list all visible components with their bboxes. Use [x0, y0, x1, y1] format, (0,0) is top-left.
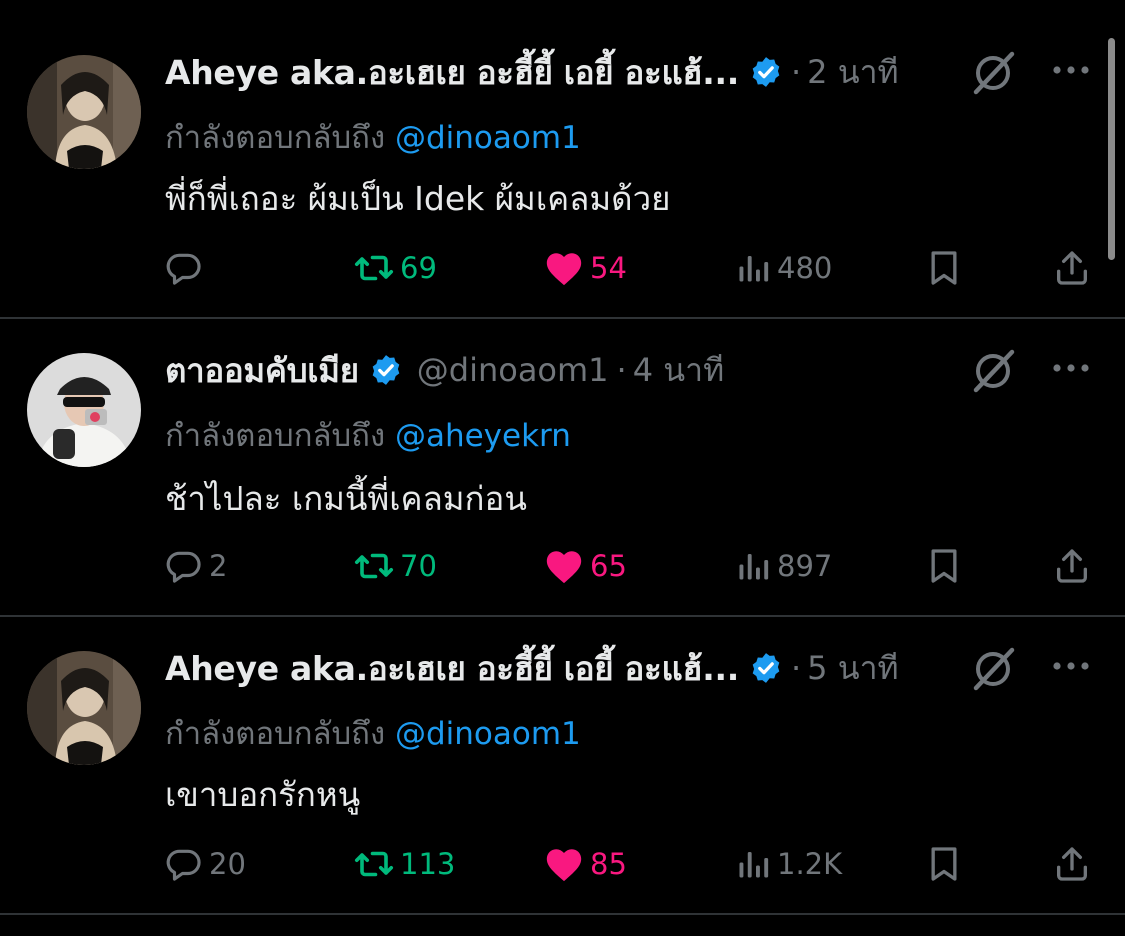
reply-mention-link[interactable]: @aheyekrn — [395, 418, 571, 454]
timestamp[interactable]: 2 นาที — [807, 47, 898, 98]
like-count: 54 — [590, 251, 627, 285]
bookmark-icon — [931, 549, 957, 583]
reply-context: กำลังตอบกลับถึง @aheyekrn — [165, 410, 571, 460]
like-button[interactable]: 65 — [544, 544, 627, 588]
views-icon — [739, 852, 769, 878]
verified-badge-icon — [372, 355, 400, 385]
tweet-header: ตาออมคับเมีย @dinoaom1 · 4 นาที — [165, 348, 724, 392]
bookmark-icon — [931, 251, 957, 285]
separator-dot: · — [790, 53, 802, 91]
separator-dot: · — [790, 649, 802, 687]
tweet-header: Aheye aka.อะเฮเย อะฮี้ยี้ เอยี้ อะแฮ้...… — [165, 646, 899, 690]
tweet[interactable]: Aheye aka.อะเฮเย อะฮี้ยี้ เอยี้ อะแฮ้...… — [0, 616, 1125, 914]
reply-context: กำลังตอบกลับถึง @dinoaom1 — [165, 112, 581, 162]
share-icon — [1057, 549, 1087, 583]
tweet-text: เขาบอกรักหนู — [165, 775, 361, 814]
retweet-button[interactable]: 69 — [354, 246, 437, 290]
grok-icon[interactable] — [968, 346, 1018, 396]
timestamp[interactable]: 5 นาที — [807, 643, 898, 694]
tweet-divider — [0, 913, 1125, 915]
reply-prefix: กำลังตอบกลับถึง — [165, 120, 395, 156]
reply-prefix: กำลังตอบกลับถึง — [165, 418, 395, 454]
handle[interactable]: @dinoaom1 — [417, 351, 609, 389]
avatar-image — [27, 55, 141, 169]
scrollbar-thumb[interactable] — [1108, 38, 1115, 260]
avatar[interactable] — [27, 55, 141, 169]
share-button[interactable] — [1052, 544, 1092, 588]
display-name[interactable]: Aheye aka.อะเฮเย อะฮี้ยี้ เอยี้ อะแฮ้... — [165, 642, 739, 695]
verified-badge-icon — [752, 57, 780, 87]
more-icon[interactable] — [1048, 50, 1094, 90]
share-icon — [1057, 847, 1087, 881]
heart-icon — [546, 253, 582, 286]
retweet-icon — [354, 851, 394, 877]
bookmark-button[interactable] — [924, 544, 964, 588]
reply-button[interactable]: 20 — [165, 842, 246, 886]
reply-button[interactable] — [165, 246, 209, 290]
more-icon[interactable] — [1048, 348, 1094, 388]
share-icon — [1057, 251, 1087, 285]
retweet-count: 113 — [400, 847, 456, 881]
reply-mention-link[interactable]: @dinoaom1 — [395, 716, 581, 752]
avatar[interactable] — [27, 353, 141, 467]
bookmark-icon — [931, 847, 957, 881]
heart-icon — [546, 849, 582, 882]
share-button[interactable] — [1052, 246, 1092, 290]
retweet-button[interactable]: 113 — [354, 842, 455, 886]
views-count: 480 — [777, 251, 833, 285]
tweet[interactable]: Aheye aka.อะเฮเย อะฮี้ยี้ เอยี้ อะแฮ้...… — [0, 20, 1125, 318]
views-button[interactable]: 1.2K — [735, 842, 842, 886]
avatar-image — [27, 353, 141, 467]
display-name[interactable]: ตาออมคับเมีย — [165, 344, 359, 397]
views-button[interactable]: 897 — [735, 544, 832, 588]
views-count: 897 — [777, 549, 833, 583]
like-button[interactable]: 54 — [544, 246, 627, 290]
timeline-feed: Aheye aka.อะเฮเย อะฮี้ยี้ เอยี้ อะแฮ้...… — [0, 0, 1125, 936]
retweet-icon — [354, 553, 394, 579]
bookmark-button[interactable] — [924, 842, 964, 886]
reply-icon — [166, 551, 201, 583]
separator-dot: · — [616, 351, 627, 389]
tweet-text: พี่ก็พี่เถอะ ผ้มเป็น Idek ผ้มเคลมด้วย — [165, 179, 671, 218]
timestamp[interactable]: 4 นาที — [633, 345, 724, 396]
retweet-button[interactable]: 70 — [354, 544, 437, 588]
views-icon — [739, 256, 769, 282]
reply-icon — [166, 849, 201, 881]
share-button[interactable] — [1052, 842, 1092, 886]
retweet-count: 70 — [400, 549, 437, 583]
reply-context: กำลังตอบกลับถึง @dinoaom1 — [165, 708, 581, 758]
reply-count: 20 — [209, 847, 246, 881]
reply-button[interactable]: 2 — [165, 544, 227, 588]
bookmark-button[interactable] — [924, 246, 964, 290]
avatar[interactable] — [27, 651, 141, 765]
reply-icon — [166, 253, 201, 285]
avatar-image — [27, 651, 141, 765]
grok-icon[interactable] — [968, 644, 1018, 694]
tweet[interactable]: ตาออมคับเมีย @dinoaom1 · 4 นาที กำลังตอบ… — [0, 318, 1125, 616]
reply-mention-link[interactable]: @dinoaom1 — [395, 120, 581, 156]
views-count: 1.2K — [777, 847, 843, 881]
retweet-icon — [354, 255, 394, 281]
retweet-count: 69 — [400, 251, 437, 285]
tweet-text: ช้าไปละ เกมนี้พี่เคลมก่อน — [165, 479, 527, 518]
like-count: 85 — [590, 847, 627, 881]
reply-prefix: กำลังตอบกลับถึง — [165, 716, 395, 752]
views-icon — [739, 554, 769, 580]
more-icon[interactable] — [1048, 646, 1094, 686]
heart-icon — [546, 551, 582, 584]
grok-icon[interactable] — [968, 48, 1018, 98]
verified-badge-icon — [752, 653, 780, 683]
reply-count: 2 — [209, 549, 228, 583]
like-count: 65 — [590, 549, 627, 583]
display-name[interactable]: Aheye aka.อะเฮเย อะฮี้ยี้ เอยี้ อะแฮ้... — [165, 46, 739, 99]
views-button[interactable]: 480 — [735, 246, 832, 290]
tweet-header: Aheye aka.อะเฮเย อะฮี้ยี้ เอยี้ อะแฮ้...… — [165, 50, 899, 94]
like-button[interactable]: 85 — [544, 842, 627, 886]
